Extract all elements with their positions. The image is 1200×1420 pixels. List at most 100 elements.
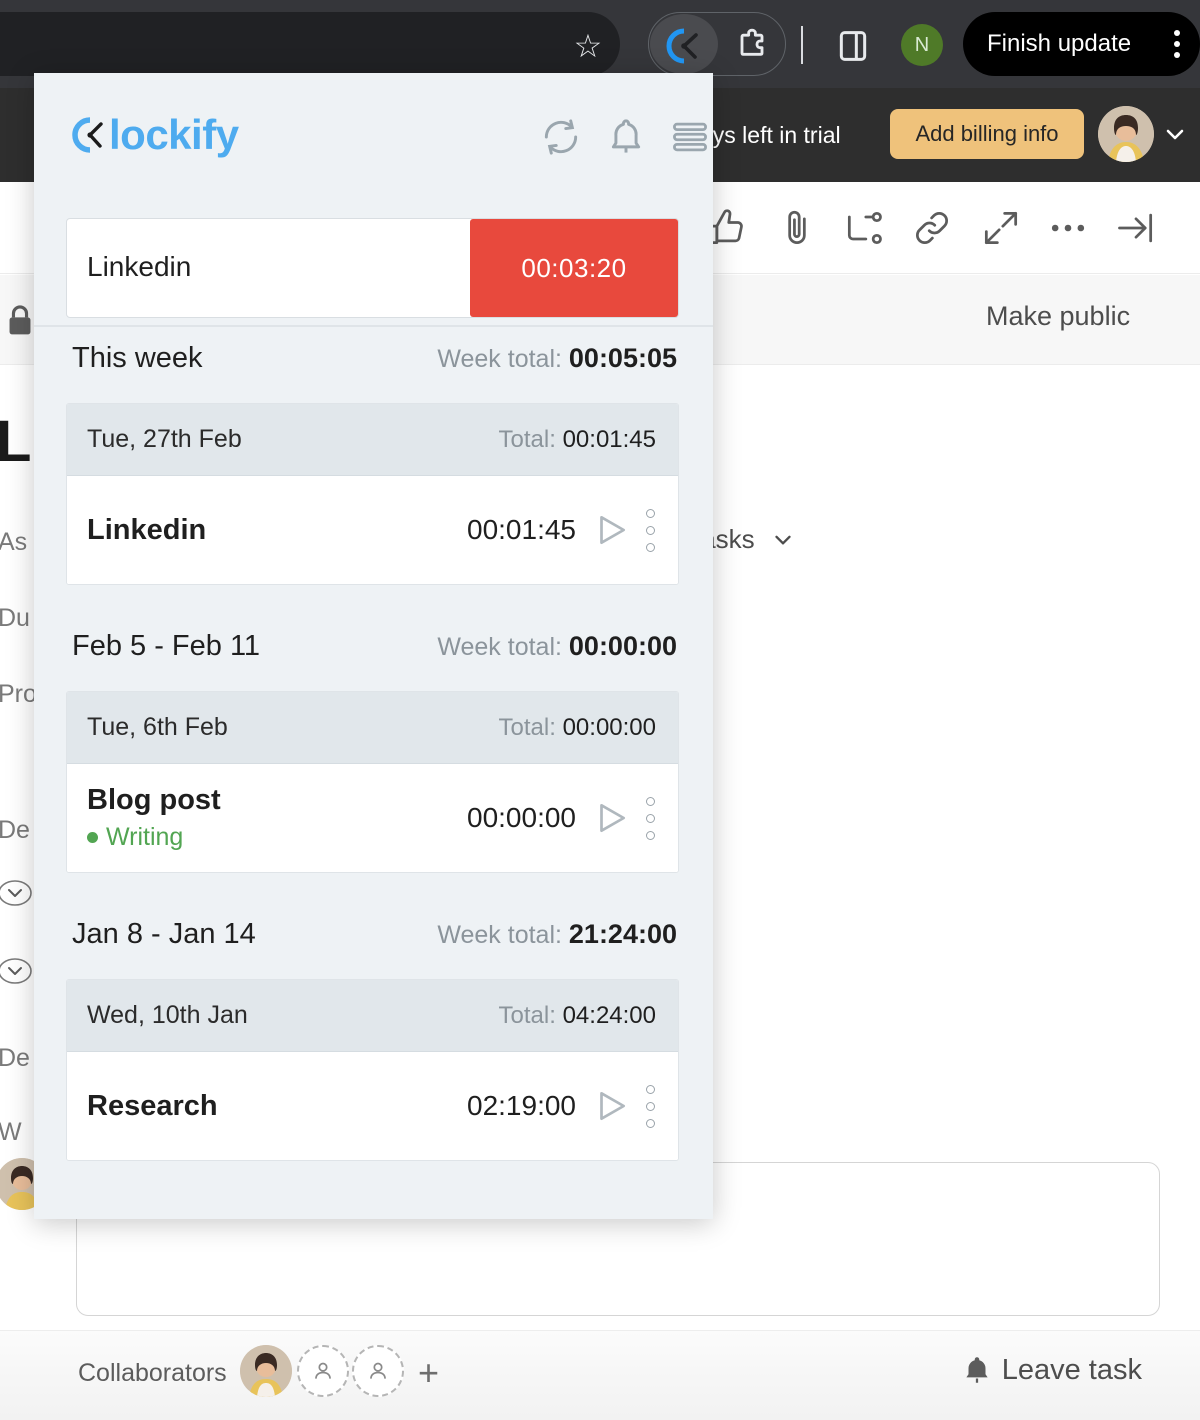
collaborator-placeholder[interactable] bbox=[352, 1345, 404, 1397]
day-header: Tue, 6th Feb Total: 00:00:00 bbox=[67, 692, 678, 764]
address-bar[interactable] bbox=[0, 12, 620, 76]
day-total-value: 00:00:00 bbox=[562, 713, 656, 741]
time-entry-actions: 00:00:00 bbox=[467, 796, 656, 840]
finish-update-button[interactable]: Finish update bbox=[963, 12, 1200, 76]
time-entries-list[interactable]: This week Week total: 00:05:05 Tue, 27th… bbox=[34, 327, 713, 1219]
day-name: Wed, 10th Jan bbox=[87, 1001, 248, 1029]
week-total-label: Week total: bbox=[437, 920, 562, 949]
add-collaborator-button[interactable]: + bbox=[418, 1355, 439, 1391]
day-name: Tue, 27th Feb bbox=[87, 425, 242, 453]
time-entry-row[interactable]: Linkedin 00:01:45 bbox=[67, 476, 678, 584]
meta-label-details: De bbox=[0, 1044, 30, 1072]
expand-arrows-icon[interactable] bbox=[979, 206, 1023, 250]
week-title: Jan 8 - Jan 14 bbox=[72, 917, 256, 950]
meta-label-description: De bbox=[0, 816, 30, 844]
more-horizontal-icon[interactable] bbox=[1046, 206, 1090, 250]
circle-chevron-icon[interactable] bbox=[0, 954, 32, 988]
stop-timer-button[interactable]: 00:03:20 bbox=[470, 219, 678, 317]
day-total: Total: 00:01:45 bbox=[499, 426, 656, 454]
week-total: Week total: 21:24:00 bbox=[437, 919, 677, 950]
more-vertical-icon[interactable] bbox=[646, 508, 656, 552]
time-entry-actions: 00:01:45 bbox=[467, 508, 656, 552]
bookmark-star-icon[interactable]: ☆ bbox=[568, 26, 608, 66]
side-panel-icon[interactable] bbox=[833, 26, 873, 66]
clockify-extension-icon[interactable] bbox=[664, 26, 704, 66]
circle-chevron-icon[interactable] bbox=[0, 876, 32, 910]
play-icon[interactable] bbox=[592, 511, 630, 549]
meta-label-watchers: W bbox=[0, 1118, 22, 1146]
add-billing-info-button[interactable]: Add billing info bbox=[890, 109, 1084, 159]
make-public-label[interactable]: Make public bbox=[986, 301, 1130, 332]
timer-description-input[interactable]: Linkedin bbox=[87, 251, 191, 283]
play-icon[interactable] bbox=[592, 1087, 630, 1125]
collapse-right-icon[interactable] bbox=[1114, 206, 1158, 250]
time-entry-project[interactable]: Writing bbox=[87, 823, 221, 852]
play-icon[interactable] bbox=[592, 799, 630, 837]
week-header: This week Week total: 00:05:05 bbox=[34, 327, 713, 389]
clockify-logo-icon bbox=[68, 113, 112, 157]
clockify-wordmark: lockify bbox=[109, 111, 239, 158]
day-total: Total: 00:00:00 bbox=[499, 714, 656, 742]
user-menu-chevron-icon[interactable] bbox=[1163, 122, 1187, 146]
collaborator-placeholder[interactable] bbox=[297, 1345, 349, 1397]
time-entry-row[interactable]: Blog post Writing 00:00:00 bbox=[67, 764, 678, 872]
time-entry-duration: 02:19:00 bbox=[467, 1090, 576, 1121]
day-total-value: 04:24:00 bbox=[562, 1001, 656, 1029]
week-total: Week total: 00:05:05 bbox=[437, 343, 677, 374]
timer-bar: Linkedin 00:03:20 bbox=[66, 218, 679, 318]
link-chain-icon[interactable] bbox=[910, 206, 954, 250]
day-total-label: Total: bbox=[498, 1001, 556, 1029]
day-total-label: Total: bbox=[498, 713, 556, 741]
week-total-value: 21:24:00 bbox=[568, 918, 677, 949]
clockify-logo: lockify bbox=[68, 111, 239, 159]
task-footer: Collaborators + Leave task bbox=[0, 1330, 1200, 1420]
meta-label-due: Du bbox=[0, 604, 30, 632]
day-group: Tue, 27th Feb Total: 00:01:45 Linkedin 0… bbox=[66, 403, 679, 585]
toolbar-separator bbox=[801, 26, 803, 64]
week-header: Feb 5 - Feb 11 Week total: 00:00:00 bbox=[34, 615, 713, 677]
chrome-menu-kebab-icon[interactable] bbox=[1174, 30, 1182, 58]
trial-countdown-text: ays left in trial bbox=[700, 122, 841, 148]
leave-task-button[interactable]: Leave task bbox=[960, 1353, 1142, 1387]
week-total: Week total: 00:00:00 bbox=[437, 631, 677, 662]
meta-label-assignee: As bbox=[0, 528, 28, 556]
subtask-branch-icon[interactable] bbox=[842, 206, 886, 250]
collaborator-avatar[interactable] bbox=[240, 1345, 292, 1397]
time-entry-duration: 00:01:45 bbox=[467, 514, 576, 545]
hamburger-menu-icon[interactable] bbox=[668, 115, 712, 159]
time-entry-info: Blog post Writing bbox=[87, 784, 221, 852]
extensions-puzzle-icon[interactable] bbox=[732, 26, 772, 66]
browser-profile-avatar[interactable]: N bbox=[901, 24, 943, 66]
time-entry-name: Blog post bbox=[87, 784, 221, 816]
week-title: Feb 5 - Feb 11 bbox=[72, 629, 261, 662]
day-group: Wed, 10th Jan Total: 04:24:00 Research 0… bbox=[66, 979, 679, 1161]
day-total: Total: 04:24:00 bbox=[499, 1002, 656, 1030]
bell-icon bbox=[960, 1353, 994, 1387]
day-total-label: Total: bbox=[498, 425, 556, 453]
attachment-paperclip-icon[interactable] bbox=[775, 206, 819, 250]
project-name: Writing bbox=[106, 823, 184, 851]
week-total-label: Week total: bbox=[437, 344, 562, 373]
leave-task-label: Leave task bbox=[1001, 1353, 1142, 1386]
notification-bell-icon[interactable] bbox=[604, 115, 648, 159]
day-group: Tue, 6th Feb Total: 00:00:00 Blog post W… bbox=[66, 691, 679, 873]
project-color-dot bbox=[87, 832, 98, 843]
time-entry-actions: 02:19:00 bbox=[467, 1084, 656, 1128]
week-total-value: 00:00:00 bbox=[568, 630, 677, 661]
week-total-label: Week total: bbox=[437, 632, 562, 661]
time-entry-row[interactable]: Research 02:19:00 bbox=[67, 1052, 678, 1160]
week-total-value: 00:05:05 bbox=[568, 342, 677, 373]
collaborators-label: Collaborators bbox=[78, 1359, 227, 1387]
user-avatar[interactable] bbox=[1098, 106, 1154, 162]
more-vertical-icon[interactable] bbox=[646, 796, 656, 840]
week-title: This week bbox=[72, 341, 203, 374]
finish-update-label: Finish update bbox=[987, 30, 1132, 57]
sync-refresh-icon[interactable] bbox=[539, 115, 583, 159]
time-entry-info: Linkedin bbox=[87, 514, 206, 547]
lock-icon bbox=[4, 303, 36, 337]
day-name: Tue, 6th Feb bbox=[87, 713, 228, 741]
time-entry-info: Research bbox=[87, 1090, 218, 1123]
more-vertical-icon[interactable] bbox=[646, 1084, 656, 1128]
time-entry-duration: 00:00:00 bbox=[467, 802, 576, 833]
time-entry-name: Linkedin bbox=[87, 513, 207, 546]
